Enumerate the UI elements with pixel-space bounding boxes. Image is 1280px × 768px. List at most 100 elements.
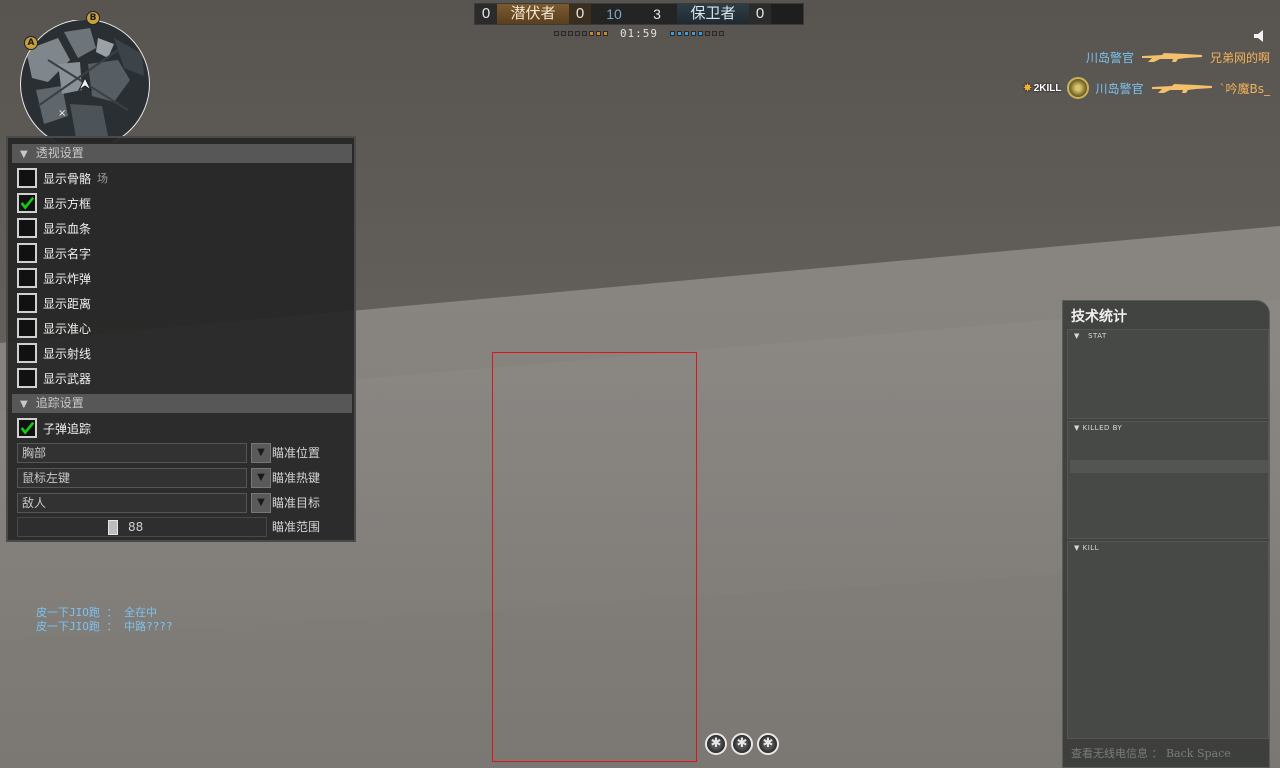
svg-text:×: ×	[58, 108, 66, 119]
aim-range-slider[interactable]: 88	[17, 517, 267, 537]
esp-option[interactable]: 显示方框	[17, 193, 91, 213]
esp-option-checkbox[interactable]	[17, 293, 37, 313]
esp-option-checkbox[interactable]	[17, 193, 37, 213]
dropdown-arrow-icon[interactable]: ▼	[251, 443, 271, 463]
round-pip	[574, 31, 580, 36]
right-team-block: 保卫者 0	[677, 4, 771, 24]
killed-by-block: ▼ KILLED BY	[1067, 421, 1269, 539]
esp-option[interactable]: 显示射线	[17, 343, 91, 363]
chat-log: 皮一下JIO跑 ： 全在中 皮一下JIO跑 ： 中路????	[36, 606, 173, 634]
aim-hotkey-value[interactable]: 鼠标左键	[17, 468, 247, 488]
round-timer: 01:59	[619, 27, 659, 40]
aim-position-label: 瞄准位置	[272, 446, 321, 460]
tech-stats-panel: 技术统计 ▼ STAT ▼ KILLED BY ▼ KILL 查看无线电信息 ：…	[1062, 300, 1270, 768]
stat-block: ▼ STAT	[1067, 329, 1269, 419]
right-round-count: 3	[637, 4, 677, 24]
rifle-icon	[1141, 53, 1202, 62]
esp-option-checkbox[interactable]	[17, 343, 37, 363]
esp-option-checkbox[interactable]	[17, 243, 37, 263]
aim-target-value[interactable]: 敌人	[17, 493, 247, 513]
esp-option[interactable]: 显示名字	[17, 243, 91, 263]
bombsite-b-marker: B	[86, 11, 100, 25]
aim-section-header[interactable]: ▼ 追踪设置	[12, 394, 352, 413]
esp-option-hint: 场	[97, 172, 109, 185]
speaker-icon[interactable]	[1252, 28, 1268, 44]
aim-toggle-checkbox[interactable]	[17, 418, 37, 438]
round-pip	[677, 31, 683, 36]
left-round-count: 10	[591, 4, 637, 24]
round-pip	[705, 31, 711, 36]
left-team-kills: 0	[569, 4, 591, 24]
esp-section-title: 透视设置	[35, 146, 84, 160]
kill-label: ▼ KILL	[1074, 544, 1100, 552]
round-pip	[588, 31, 594, 36]
score-sub-row: 01:59	[474, 27, 804, 40]
round-pip	[684, 31, 690, 36]
stats-title: 技术统计	[1071, 309, 1127, 325]
aim-toggle-option[interactable]: 子弹追踪	[17, 418, 91, 438]
esp-option-label: 显示骨骼	[43, 171, 92, 186]
esp-option-checkbox[interactable]	[17, 218, 37, 238]
esp-option[interactable]: 显示血条	[17, 218, 91, 238]
round-pip	[712, 31, 718, 36]
victim-name: `吟魔Bs_	[1219, 81, 1271, 96]
left-team-block: 0 潜伏者 0	[475, 4, 591, 24]
chat-message: 皮一下JIO跑 ： 中路????	[36, 620, 173, 633]
esp-option[interactable]: 显示骨骼场	[17, 168, 108, 188]
right-team-pips	[670, 31, 725, 36]
esp-option-checkbox[interactable]	[17, 318, 37, 338]
slider-thumb[interactable]	[108, 520, 118, 535]
esp-option-label: 显示方框	[43, 196, 92, 211]
killed-by-label: ▼ KILLED BY	[1074, 424, 1123, 432]
dropdown-arrow-icon[interactable]: ▼	[251, 468, 271, 488]
round-pip	[595, 31, 601, 36]
rifle-icon	[1151, 84, 1212, 93]
aim-target-label: 瞄准目标	[272, 496, 321, 510]
round-pip	[553, 31, 559, 36]
collapse-triangle-icon: ▼	[20, 149, 28, 160]
esp-option-label: 显示炸弹	[43, 271, 92, 286]
aim-hotkey-dropdown[interactable]: 鼠标左键 ▼	[17, 468, 273, 488]
aim-position-dropdown[interactable]: 胸部 ▼	[17, 443, 273, 463]
checkmark-icon	[20, 196, 35, 210]
aim-hotkey-label: 瞄准热键	[272, 471, 321, 485]
right-team-score: 0	[749, 4, 771, 24]
round-pip	[602, 31, 608, 36]
chat-message: 皮一下JIO跑 ： 全在中	[36, 606, 158, 619]
esp-option[interactable]: 显示准心	[17, 318, 91, 338]
headshot-icon	[1067, 77, 1090, 99]
round-pip	[691, 31, 697, 36]
killed-by-row	[1070, 460, 1268, 473]
star-icon: ✸	[1023, 82, 1032, 94]
left-team-score: 0	[475, 4, 497, 24]
esp-option-checkbox[interactable]	[17, 168, 37, 188]
kill-feed-row: 川岛警官 兄弟网的啊	[1086, 46, 1270, 68]
esp-option[interactable]: 显示距离	[17, 293, 91, 313]
esp-player-box	[492, 352, 697, 762]
scoreboard: 0 潜伏者 0 10 3 保卫者 0 01:59	[474, 3, 804, 40]
aim-range-value: 88	[128, 520, 144, 534]
esp-option[interactable]: 显示武器	[17, 368, 91, 388]
esp-option-label: 显示距离	[43, 296, 92, 311]
esp-option-label: 显示准心	[43, 321, 92, 336]
aim-target-dropdown[interactable]: 敌人 ▼	[17, 493, 273, 513]
minimap[interactable]: × A B	[18, 11, 152, 142]
esp-option-checkbox[interactable]	[17, 368, 37, 388]
kill-block: ▼ KILL	[1067, 541, 1269, 739]
round-pip	[560, 31, 566, 36]
dropdown-arrow-icon[interactable]: ▼	[251, 493, 271, 513]
esp-section-header[interactable]: ▼ 透视设置	[12, 144, 352, 163]
aim-position-value[interactable]: 胸部	[17, 443, 247, 463]
aim-range-label: 瞄准范围	[272, 520, 321, 534]
esp-option-checkbox[interactable]	[17, 268, 37, 288]
esp-option-label: 显示名字	[43, 246, 92, 261]
grenade-icon: ✱	[705, 733, 727, 755]
minimap-map: ×	[20, 20, 150, 142]
esp-option[interactable]: 显示炸弹	[17, 268, 91, 288]
killer-name: 川岛警官	[1085, 50, 1134, 65]
grenade-icon: ✱	[731, 733, 753, 755]
radio-hint: 查看无线电信息 ： Back Space	[1071, 747, 1231, 760]
left-team-name: 潜伏者	[497, 4, 569, 24]
bombsite-a-marker: A	[24, 36, 38, 50]
left-team-pips	[553, 31, 608, 36]
